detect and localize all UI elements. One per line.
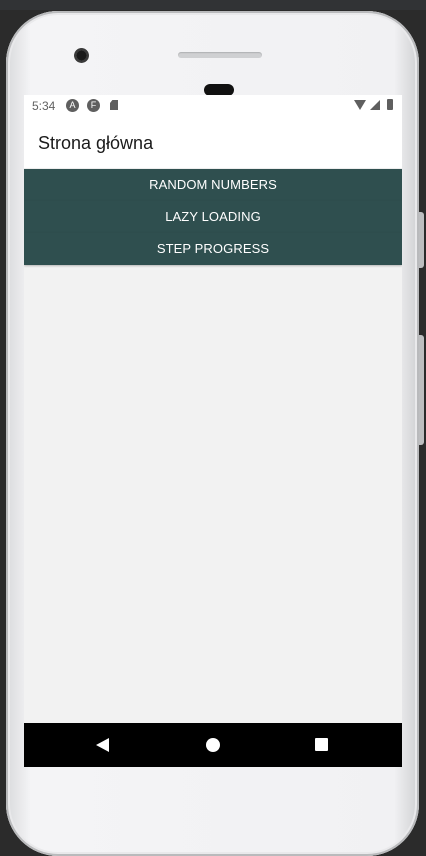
wifi-icon bbox=[354, 100, 366, 110]
page-title: Strona główna bbox=[38, 133, 154, 153]
recent-apps-icon[interactable] bbox=[315, 738, 328, 751]
battery-icon bbox=[387, 99, 393, 110]
status-time: 5:34 bbox=[32, 99, 56, 113]
home-icon[interactable] bbox=[206, 738, 220, 752]
power-button[interactable] bbox=[419, 335, 424, 445]
back-icon[interactable] bbox=[96, 738, 109, 752]
front-camera-icon bbox=[74, 48, 89, 63]
flutter-icon: F bbox=[87, 99, 100, 112]
signal-icon bbox=[370, 100, 380, 110]
device-screen: 5:34 A F Strona główna RANDOM NUMBERS LA… bbox=[24, 95, 402, 767]
android-studio-icon: A bbox=[66, 99, 79, 112]
status-bar: 5:34 A F bbox=[24, 95, 402, 116]
sd-card-icon bbox=[110, 100, 118, 110]
volume-button[interactable] bbox=[419, 212, 424, 268]
navigation-bar bbox=[24, 723, 402, 767]
app-bar: Strona główna bbox=[24, 116, 402, 168]
ide-top-bar bbox=[0, 0, 426, 10]
earpiece-speaker bbox=[178, 52, 262, 58]
step-progress-button[interactable]: STEP PROGRESS bbox=[24, 233, 402, 265]
random-numbers-button[interactable]: RANDOM NUMBERS bbox=[24, 169, 402, 201]
lazy-loading-button[interactable]: LAZY LOADING bbox=[24, 201, 402, 233]
